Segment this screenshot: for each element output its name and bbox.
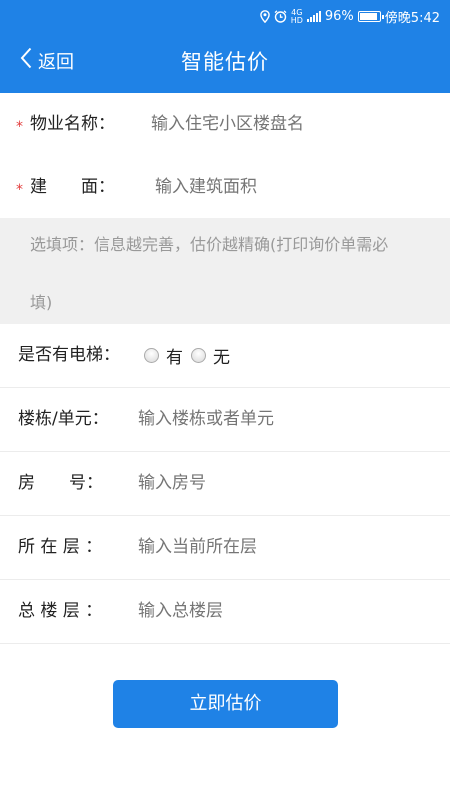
total-floors-row: 总 楼 层 ： <box>0 580 450 644</box>
property-name-input[interactable] <box>151 93 431 156</box>
elevator-no-label: 无 <box>213 348 230 368</box>
page-title: 智能估价 <box>181 50 269 74</box>
status-bar: 4G HD 96% 傍晚5:42 <box>0 0 450 30</box>
elevator-label: 是否有电梯： <box>18 345 120 365</box>
current-floor-input[interactable] <box>138 516 428 579</box>
required-mark: * <box>16 182 23 198</box>
elevator-yes-radio[interactable] <box>144 348 159 363</box>
battery-icon <box>357 11 384 22</box>
nav-bar: 返回 智能估价 <box>0 30 450 93</box>
location-icon <box>259 10 270 23</box>
room-number-label: 房 号： <box>18 473 103 493</box>
room-number-row: 房 号： <box>0 452 450 516</box>
property-name-label: 物业名称： <box>30 114 115 134</box>
room-number-input[interactable] <box>138 452 428 515</box>
signal-icon <box>306 11 321 22</box>
building-unit-row: 楼栋/单元： <box>0 388 450 452</box>
elevator-row: 是否有电梯： 有 无 <box>0 324 450 388</box>
building-unit-input[interactable] <box>138 388 428 451</box>
estimate-now-button[interactable]: 立即估价 <box>113 680 338 728</box>
battery-percent: 96% <box>324 9 354 24</box>
current-floor-label: 所 在 层 ： <box>18 537 103 557</box>
total-floors-label: 总 楼 层 ： <box>18 601 103 621</box>
app-header: 4G HD 96% 傍晚5:42 返回 智能估价 <box>0 0 450 93</box>
building-area-input[interactable] <box>155 156 435 219</box>
required-mark: * <box>16 119 23 135</box>
clock: 傍晚5:42 <box>384 11 440 26</box>
network-type-icon: 4G HD <box>290 7 303 25</box>
building-area-row: * 建 面： <box>0 156 450 220</box>
elevator-no-radio[interactable] <box>191 348 206 363</box>
building-unit-label: 楼栋/单元： <box>18 409 109 429</box>
building-area-label: 建 面： <box>30 177 115 197</box>
elevator-yes-label: 有 <box>166 348 183 368</box>
alarm-icon <box>274 10 287 23</box>
notice-line-1: 选填项：信息越完善，估价越精确(打印询价单需必 <box>30 235 389 254</box>
total-floors-input[interactable] <box>138 580 428 643</box>
elevator-radio-group: 有 无 <box>144 324 230 387</box>
optional-notice: 选填项：信息越完善，估价越精确(打印询价单需必 填) <box>0 218 450 324</box>
property-name-row: * 物业名称： <box>0 93 450 157</box>
notice-line-2: 填) <box>30 293 53 312</box>
current-floor-row: 所 在 层 ： <box>0 516 450 580</box>
